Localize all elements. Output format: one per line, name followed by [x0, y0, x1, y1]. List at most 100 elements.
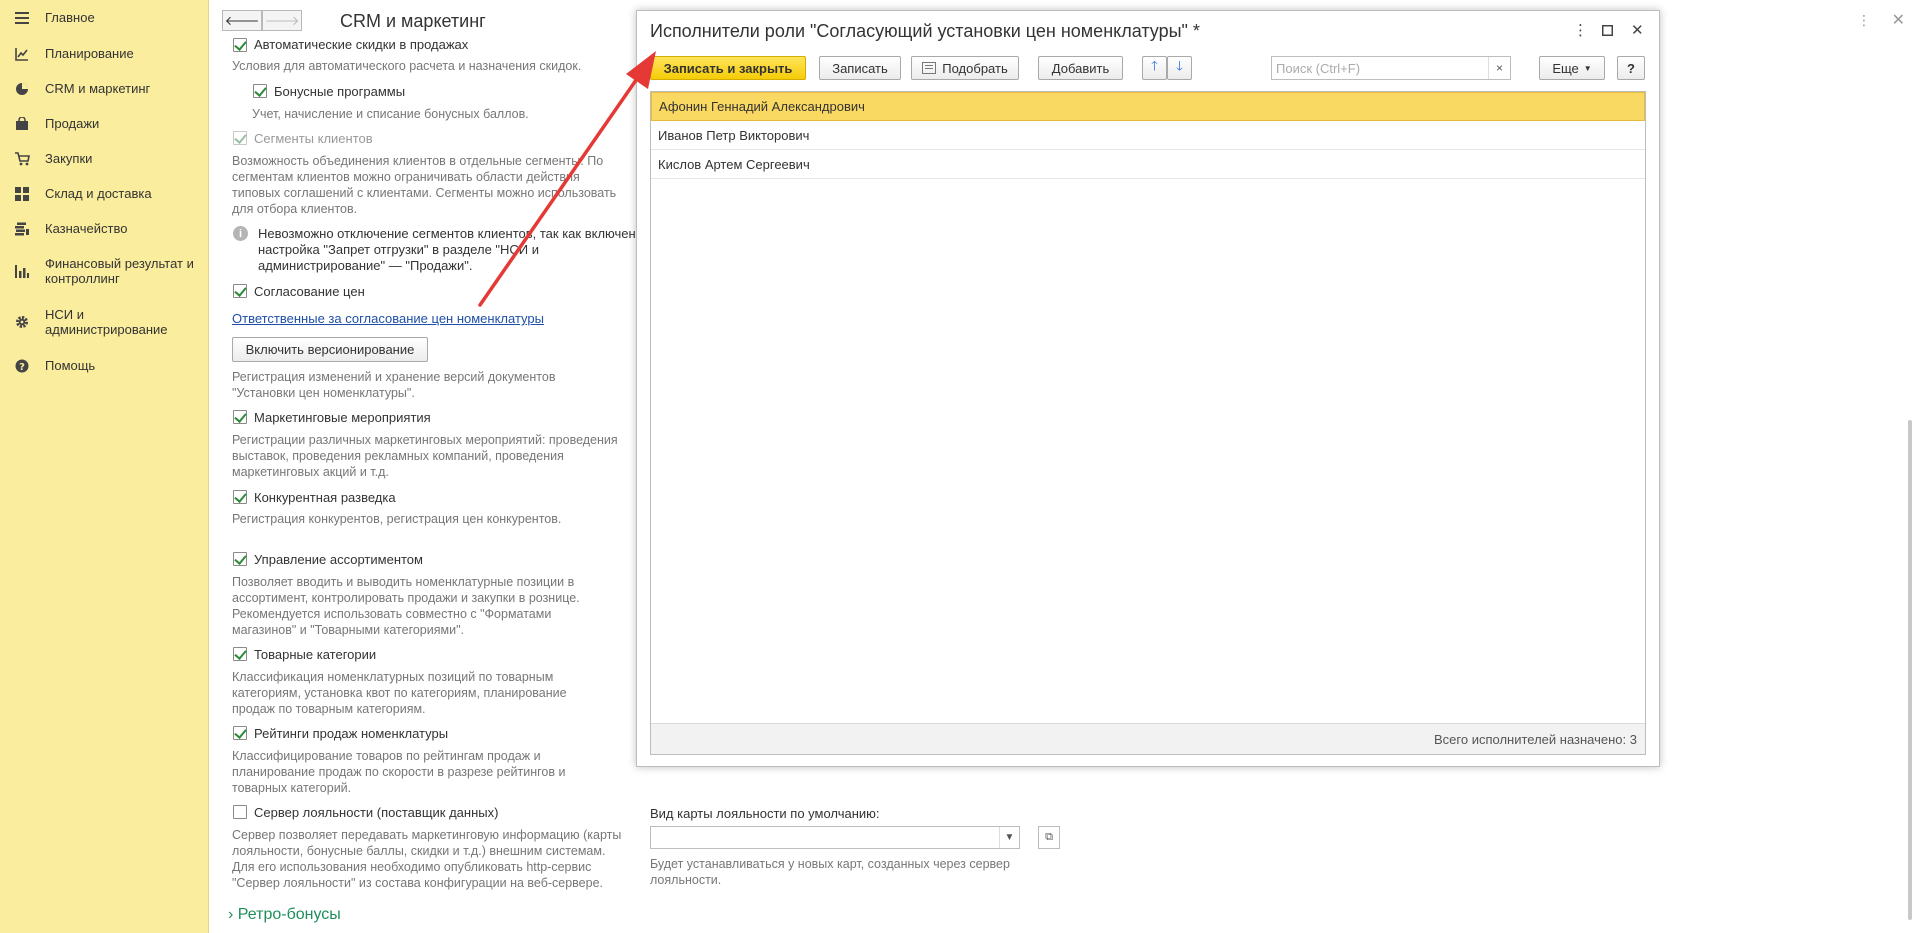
save-button[interactable]: Записать [819, 56, 901, 80]
svg-text:?: ? [19, 362, 25, 373]
loyalty-server-checkbox[interactable] [233, 805, 247, 819]
card-type-field[interactable]: ▼ [650, 826, 1020, 849]
more-options-icon[interactable]: ⋮ [1857, 12, 1871, 29]
sidebar-item-label: Финансовый результат и контроллинг [45, 256, 194, 286]
sidebar-item-help[interactable]: ? Помощь [0, 358, 105, 374]
chevron-down-icon[interactable]: ▼ [999, 827, 1019, 848]
table-footer: Всего исполнителей назначено: 3 [651, 723, 1645, 754]
sales-ratings-checkbox[interactable] [233, 726, 247, 740]
table-row[interactable]: Кислов Артем Сергеевич [651, 150, 1645, 179]
sidebar-item-label: CRM и маркетинг [45, 81, 151, 96]
sidebar-item-crm[interactable]: CRM и маркетинг [0, 81, 160, 97]
competitors-label: Конкурентная разведка [254, 490, 396, 505]
sidebar-item-label: Склад и доставка [45, 186, 152, 201]
shopping-bag-icon [14, 116, 30, 132]
assortment-checkbox[interactable] [233, 552, 247, 566]
performers-table[interactable]: Афонин Геннадий Александрович Иванов Пет… [650, 91, 1646, 755]
ratings-note: Классифицирование товаров по рейтингам п… [232, 749, 541, 763]
close-icon[interactable]: ✕ [1631, 21, 1644, 39]
auto-discounts-label: Автоматические скидки в продажах [254, 37, 469, 52]
marketing-note: Регистрации различных маркетинговых меро… [232, 433, 618, 447]
product-categories-label: Товарные категории [254, 647, 377, 662]
marketing-events-checkbox[interactable] [233, 410, 247, 424]
card-type-input[interactable] [651, 827, 991, 848]
responsible-approvers-link[interactable]: Ответственные за согласование цен номенк… [232, 311, 544, 326]
row-label: Кислов Артем Сергеевич [658, 156, 810, 172]
auto-discounts-checkbox[interactable] [233, 38, 247, 52]
search-field[interactable]: × [1271, 56, 1511, 80]
pie-chart-icon [14, 81, 30, 97]
assortment-note: ассортимент, контролировать продажи и за… [232, 591, 580, 605]
more-button[interactable]: Еще ▼ [1539, 56, 1605, 80]
price-approval-checkbox[interactable] [233, 284, 247, 298]
loyalty-server-label: Сервер лояльности (поставщик данных) [254, 805, 499, 820]
sidebar-item-label: Казначейство [45, 221, 128, 236]
pick-icon [922, 62, 937, 74]
sidebar-item-label: Помощь [45, 358, 96, 373]
segments-note: типовых соглашений с клиентами. Сегменты… [232, 186, 617, 200]
menu-icon [14, 10, 30, 26]
versioning-note: "Установки цен номенклатуры". [232, 386, 415, 400]
assortment-label: Управление ассортиментом [254, 552, 423, 567]
add-button[interactable]: Добавить [1038, 56, 1123, 80]
clear-icon[interactable]: × [1488, 57, 1510, 79]
card-type-note: лояльности. [650, 873, 722, 887]
marketing-note: выставок, проведения рекламных компаний,… [232, 449, 564, 463]
pick-button[interactable]: Подобрать [911, 56, 1019, 80]
sidebar-item-planning[interactable]: Планирование [0, 46, 144, 62]
coins-icon [14, 221, 30, 237]
competitors-checkbox[interactable] [233, 490, 247, 504]
forward-button[interactable]: 🡒 [262, 10, 302, 31]
categories-note: продаж по товарным категориям. [232, 702, 426, 716]
table-row[interactable]: Афонин Геннадий Александрович [651, 92, 1645, 121]
grid-icon [14, 186, 30, 202]
sidebar-item-label: Главное [45, 10, 95, 25]
loyalty-note: Сервер позволяет передавать маркетингову… [232, 828, 622, 842]
move-up-button[interactable]: 🡑 [1142, 56, 1167, 80]
sidebar-item-sales[interactable]: Продажи [0, 116, 109, 132]
search-input[interactable] [1272, 57, 1484, 79]
assortment-note: магазинов" и "Товарными категориями". [232, 623, 464, 637]
move-down-button[interactable]: 🡓 [1167, 56, 1192, 80]
help-button[interactable]: ? [1617, 56, 1645, 80]
pick-label: Подобрать [942, 60, 1008, 76]
card-type-label: Вид карты лояльности по умолчанию: [650, 806, 880, 821]
segments-note: Возможность объединения клиентов в отдел… [232, 154, 604, 168]
versioning-note: Регистрация изменений и хранение версий … [232, 370, 556, 384]
enable-versioning-button[interactable]: Включить версионирование [232, 337, 428, 362]
bonus-programs-note: Учет, начисление и списание бонусных бал… [252, 107, 529, 121]
more-label: Еще [1552, 60, 1579, 76]
bonus-programs-checkbox[interactable] [253, 84, 267, 98]
sidebar-item-finance[interactable]: Финансовый результат и контроллинг [0, 256, 209, 286]
table-row[interactable]: Иванов Петр Викторович [651, 121, 1645, 150]
assortment-note: Позволяет вводить и выводить номенклатур… [232, 575, 575, 589]
page-scrollbar[interactable] [1907, 0, 1913, 933]
back-button[interactable]: 🡐 [222, 10, 262, 31]
card-type-note: Будет устанавливаться у новых карт, созд… [650, 857, 1010, 871]
scrollbar-thumb[interactable] [1908, 420, 1912, 920]
ratings-note: планирование продаж по скорости в разрез… [232, 765, 566, 779]
close-icon[interactable]: ✕ [1892, 10, 1905, 30]
loyalty-note: "Сервер лояльности" из состава конфигура… [232, 876, 604, 890]
segments-label: Сегменты клиентов [254, 131, 373, 146]
segments-note: сегментам клиентов можно ограничивать об… [232, 170, 580, 184]
sidebar-item-main[interactable]: Главное [0, 10, 105, 26]
chart-line-icon [14, 46, 30, 62]
product-categories-checkbox[interactable] [233, 647, 247, 661]
retro-bonuses-group[interactable]: › Ретро-бонусы [228, 906, 341, 924]
sidebar-item-treasury[interactable]: Казначейство [0, 221, 137, 237]
sidebar-item-warehouse[interactable]: Склад и доставка [0, 186, 162, 202]
save-and-close-button[interactable]: Записать и закрыть [650, 56, 806, 80]
gear-icon [14, 314, 30, 330]
sidebar-item-purchases[interactable]: Закупки [0, 151, 102, 167]
sales-ratings-label: Рейтинги продаж номенклатуры [254, 726, 449, 741]
auto-discounts-note: Условия для автоматического расчета и на… [232, 59, 582, 73]
sidebar: Главное Планирование CRM и маркетинг Про… [0, 0, 209, 933]
more-options-icon[interactable]: ⋮ [1573, 21, 1588, 39]
sidebar-item-admin[interactable]: НСИ и администрирование [0, 307, 209, 337]
segments-checkbox[interactable] [233, 131, 247, 145]
price-approval-label: Согласование цен [254, 284, 365, 299]
maximize-icon[interactable] [1602, 21, 1613, 40]
categories-note: категориям, установка квот по категориям… [232, 686, 567, 700]
open-icon[interactable]: ⧉ [1038, 826, 1060, 849]
